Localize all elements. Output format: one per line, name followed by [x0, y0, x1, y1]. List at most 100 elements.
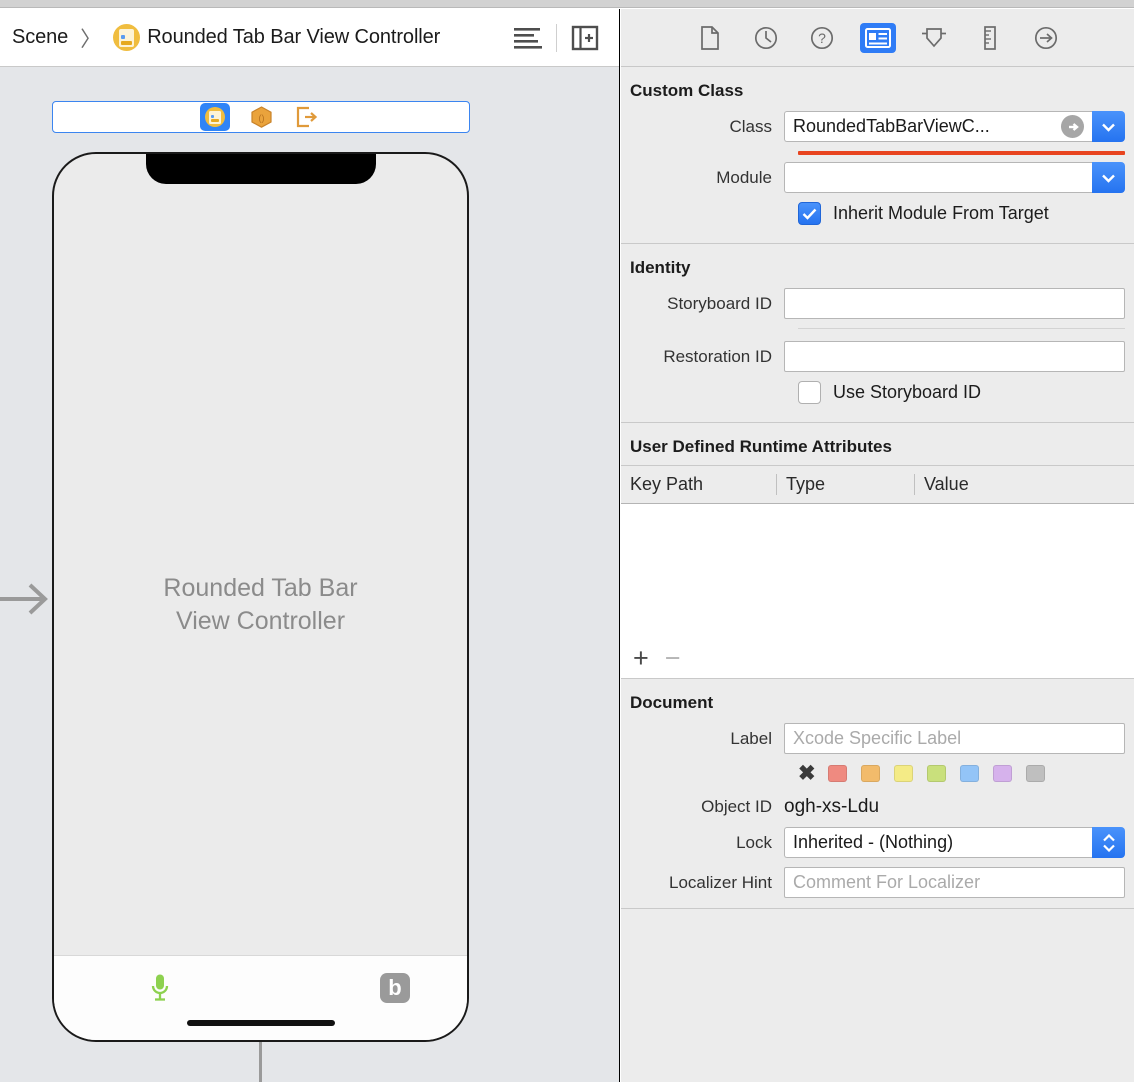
- restoration-id-label: Restoration ID: [621, 347, 784, 367]
- svg-text:(): (): [258, 113, 264, 123]
- restoration-id-input[interactable]: [784, 341, 1125, 372]
- storyboard-id-row: Storyboard ID: [621, 288, 1134, 319]
- color-swatch-red[interactable]: [828, 765, 847, 782]
- color-swatch-yellow[interactable]: [894, 765, 913, 782]
- inspector-tab-bar[interactable]: ?: [621, 9, 1134, 67]
- localizer-hint-input[interactable]: Comment For Localizer: [784, 867, 1125, 898]
- lock-select[interactable]: Inherited - (Nothing): [784, 827, 1125, 858]
- runtime-attributes-footer: + −: [621, 639, 1134, 679]
- question-circle-icon[interactable]: ?: [804, 23, 840, 53]
- vc-title-line2: View Controller: [54, 605, 467, 638]
- jump-bar: Scene 〉 Rounded Tab Bar View Controller: [0, 9, 619, 67]
- show-inspector-icon[interactable]: [563, 16, 607, 60]
- identity-card-icon[interactable]: [860, 23, 896, 53]
- identity-inner-divider: [798, 328, 1125, 329]
- view-controller-placeholder-title: Rounded Tab Bar View Controller: [54, 572, 467, 638]
- document-outline-icon[interactable]: [506, 16, 550, 60]
- lock-row: Lock Inherited - (Nothing): [621, 827, 1134, 858]
- document-label-input[interactable]: Xcode Specific Label: [784, 723, 1125, 754]
- class-combo[interactable]: RoundedTabBarViewC...: [784, 111, 1125, 142]
- object-id-label: Object ID: [621, 797, 784, 817]
- toolbar-divider: [556, 24, 557, 52]
- device-notch: [146, 152, 376, 184]
- column-type[interactable]: Type: [776, 474, 914, 495]
- microphone-icon: [149, 973, 171, 1003]
- module-dropdown-button[interactable]: [1092, 162, 1125, 193]
- inherit-module-row[interactable]: Inherit Module From Target: [621, 202, 1134, 225]
- identity-title: Identity: [621, 244, 1134, 288]
- lock-value-field[interactable]: Inherited - (Nothing): [784, 827, 1092, 858]
- class-dropdown-button[interactable]: [1092, 111, 1125, 142]
- exit-icon: [296, 106, 318, 128]
- class-input[interactable]: RoundedTabBarViewC...: [784, 111, 1092, 142]
- jump-to-definition-icon[interactable]: [1061, 115, 1084, 138]
- arrow-circle-icon[interactable]: [1028, 23, 1064, 53]
- storyboard-id-label: Storyboard ID: [621, 294, 784, 314]
- document-label-placeholder: Xcode Specific Label: [793, 728, 961, 749]
- use-storyboard-id-row[interactable]: Use Storyboard ID: [621, 381, 1134, 404]
- view-controller-icon: [113, 24, 140, 51]
- canvas-pane: Scene 〉 Rounded Tab Bar View Controller: [0, 9, 620, 1082]
- file-icon[interactable]: [692, 23, 728, 53]
- identity-inspector-panel: ? Custom Class Class RoundedTabB: [621, 9, 1134, 1082]
- object-id-row: Object ID ogh-xs-Ldu: [621, 796, 1134, 818]
- svg-text:?: ?: [818, 30, 826, 46]
- module-combo[interactable]: [784, 162, 1125, 193]
- color-swatch-orange[interactable]: [861, 765, 880, 782]
- module-label: Module: [621, 168, 784, 188]
- stepper-updown-icon[interactable]: [1092, 827, 1125, 858]
- home-indicator: [187, 1020, 335, 1026]
- first-responder-cube-icon: (): [251, 106, 272, 128]
- breadcrumb-title[interactable]: Rounded Tab Bar View Controller: [147, 26, 440, 49]
- breadcrumb[interactable]: Scene 〉 Rounded Tab Bar View Controller: [12, 23, 440, 53]
- runtime-attributes-header: Key Path Type Value: [621, 465, 1134, 504]
- letter-b-icon: b: [380, 973, 410, 1003]
- add-attribute-button[interactable]: +: [633, 645, 649, 672]
- column-value[interactable]: Value: [914, 474, 1134, 495]
- color-swatch-blue[interactable]: [960, 765, 979, 782]
- document-title: Document: [621, 679, 1134, 723]
- color-swatch-gray[interactable]: [1026, 765, 1045, 782]
- tab-item-b[interactable]: b: [372, 970, 418, 1006]
- document-label-label: Label: [621, 729, 784, 749]
- view-controller-dock-icon: [205, 107, 225, 127]
- color-swatch-green[interactable]: [927, 765, 946, 782]
- localizer-hint-placeholder: Comment For Localizer: [793, 872, 980, 893]
- color-swatch-purple[interactable]: [993, 765, 1012, 782]
- inherit-module-label: Inherit Module From Target: [833, 203, 1049, 224]
- document-section: Document Label Xcode Specific Label ✖ Ob…: [621, 679, 1134, 898]
- restoration-id-row: Restoration ID: [621, 341, 1134, 372]
- tab-item-microphone[interactable]: [137, 970, 183, 1006]
- storyboard-id-input[interactable]: [784, 288, 1125, 319]
- label-color-swatches[interactable]: ✖: [621, 763, 1134, 784]
- dock-item-first-responder[interactable]: (): [246, 103, 276, 131]
- use-storyboard-id-checkbox[interactable]: [798, 381, 821, 404]
- slider-shield-icon[interactable]: [916, 23, 952, 53]
- scene-dock[interactable]: (): [52, 101, 470, 133]
- custom-class-section: Custom Class Class RoundedTabBarViewC...: [621, 67, 1134, 243]
- class-row: Class RoundedTabBarViewC...: [621, 111, 1134, 142]
- clock-icon[interactable]: [748, 23, 784, 53]
- custom-class-title: Custom Class: [621, 67, 1134, 111]
- label-row: Label Xcode Specific Label: [621, 723, 1134, 754]
- inherit-module-checkbox[interactable]: [798, 202, 821, 225]
- dock-item-view-controller[interactable]: [200, 103, 230, 131]
- module-row: Module: [621, 162, 1134, 193]
- column-key-path[interactable]: Key Path: [621, 474, 776, 495]
- lock-label: Lock: [621, 833, 784, 853]
- module-input[interactable]: [784, 162, 1092, 193]
- ruler-icon[interactable]: [972, 23, 1008, 53]
- segue-connector-line: [259, 1042, 262, 1082]
- runtime-attributes-body[interactable]: [621, 504, 1134, 639]
- rounded-tab-bar[interactable]: b: [54, 955, 467, 1040]
- localizer-hint-label: Localizer Hint: [621, 873, 784, 893]
- device-preview[interactable]: Rounded Tab Bar View Controller b: [52, 152, 469, 1042]
- vc-title-line1: Rounded Tab Bar: [54, 572, 467, 605]
- window-top-strip: [0, 0, 1134, 8]
- remove-attribute-button: −: [665, 645, 681, 672]
- no-color-icon[interactable]: ✖: [798, 763, 816, 784]
- lock-value: Inherited - (Nothing): [793, 832, 953, 853]
- class-error-underline: [798, 151, 1125, 155]
- dock-item-exit[interactable]: [292, 103, 322, 131]
- breadcrumb-scene[interactable]: Scene: [12, 26, 68, 49]
